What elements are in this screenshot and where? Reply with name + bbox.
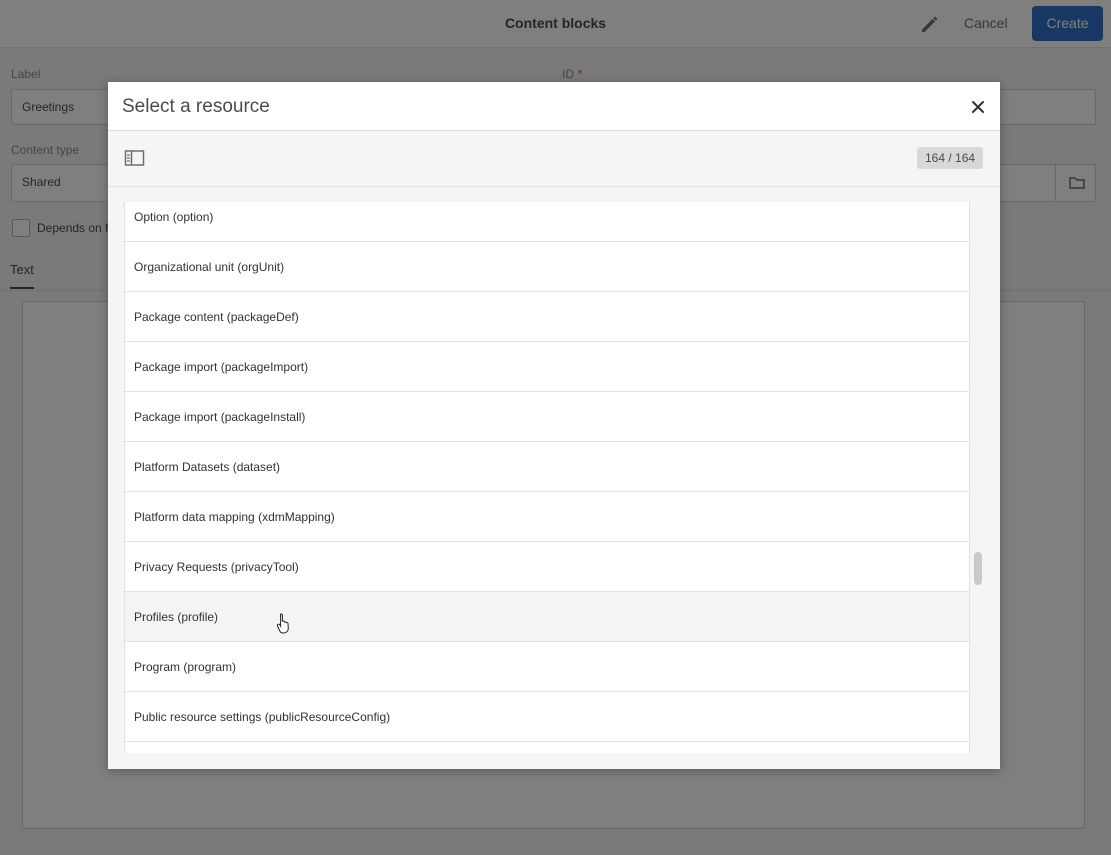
result-count-badge: 164 / 164 <box>917 147 984 169</box>
toggle-panel-icon[interactable] <box>124 149 146 167</box>
scrollbar[interactable] <box>974 202 982 753</box>
dialog-header: Select a resource <box>108 82 1000 131</box>
list-item[interactable]: Package import (packageInstall) <box>125 392 969 442</box>
list-item[interactable]: Platform Datasets (dataset) <box>125 442 969 492</box>
list-item[interactable]: Package content (packageDef) <box>125 292 969 342</box>
select-resource-dialog: Select a resource 164 / 164 Option (opti… <box>108 82 1000 769</box>
list-item[interactable] <box>125 742 969 753</box>
list-item[interactable]: Package import (packageImport) <box>125 342 969 392</box>
list-item[interactable]: Organizational unit (orgUnit) <box>125 242 969 292</box>
close-icon[interactable] <box>968 97 988 117</box>
dialog-toolbar: 164 / 164 <box>108 131 1000 187</box>
scrollbar-thumb[interactable] <box>974 552 982 585</box>
list-item[interactable]: Platform data mapping (xdmMapping) <box>125 492 969 542</box>
resource-list[interactable]: Option (option) Organizational unit (orgU… <box>124 202 970 753</box>
list-item[interactable]: Public resource settings (publicResource… <box>125 692 969 742</box>
list-item[interactable]: Program (program) <box>125 642 969 692</box>
dialog-title: Select a resource <box>122 96 270 117</box>
hand-cursor-icon <box>275 612 293 634</box>
list-item[interactable]: Privacy Requests (privacyTool) <box>125 542 969 592</box>
list-item[interactable]: Profiles (profile) <box>125 592 969 642</box>
list-item[interactable]: Option (option) <box>125 202 969 242</box>
